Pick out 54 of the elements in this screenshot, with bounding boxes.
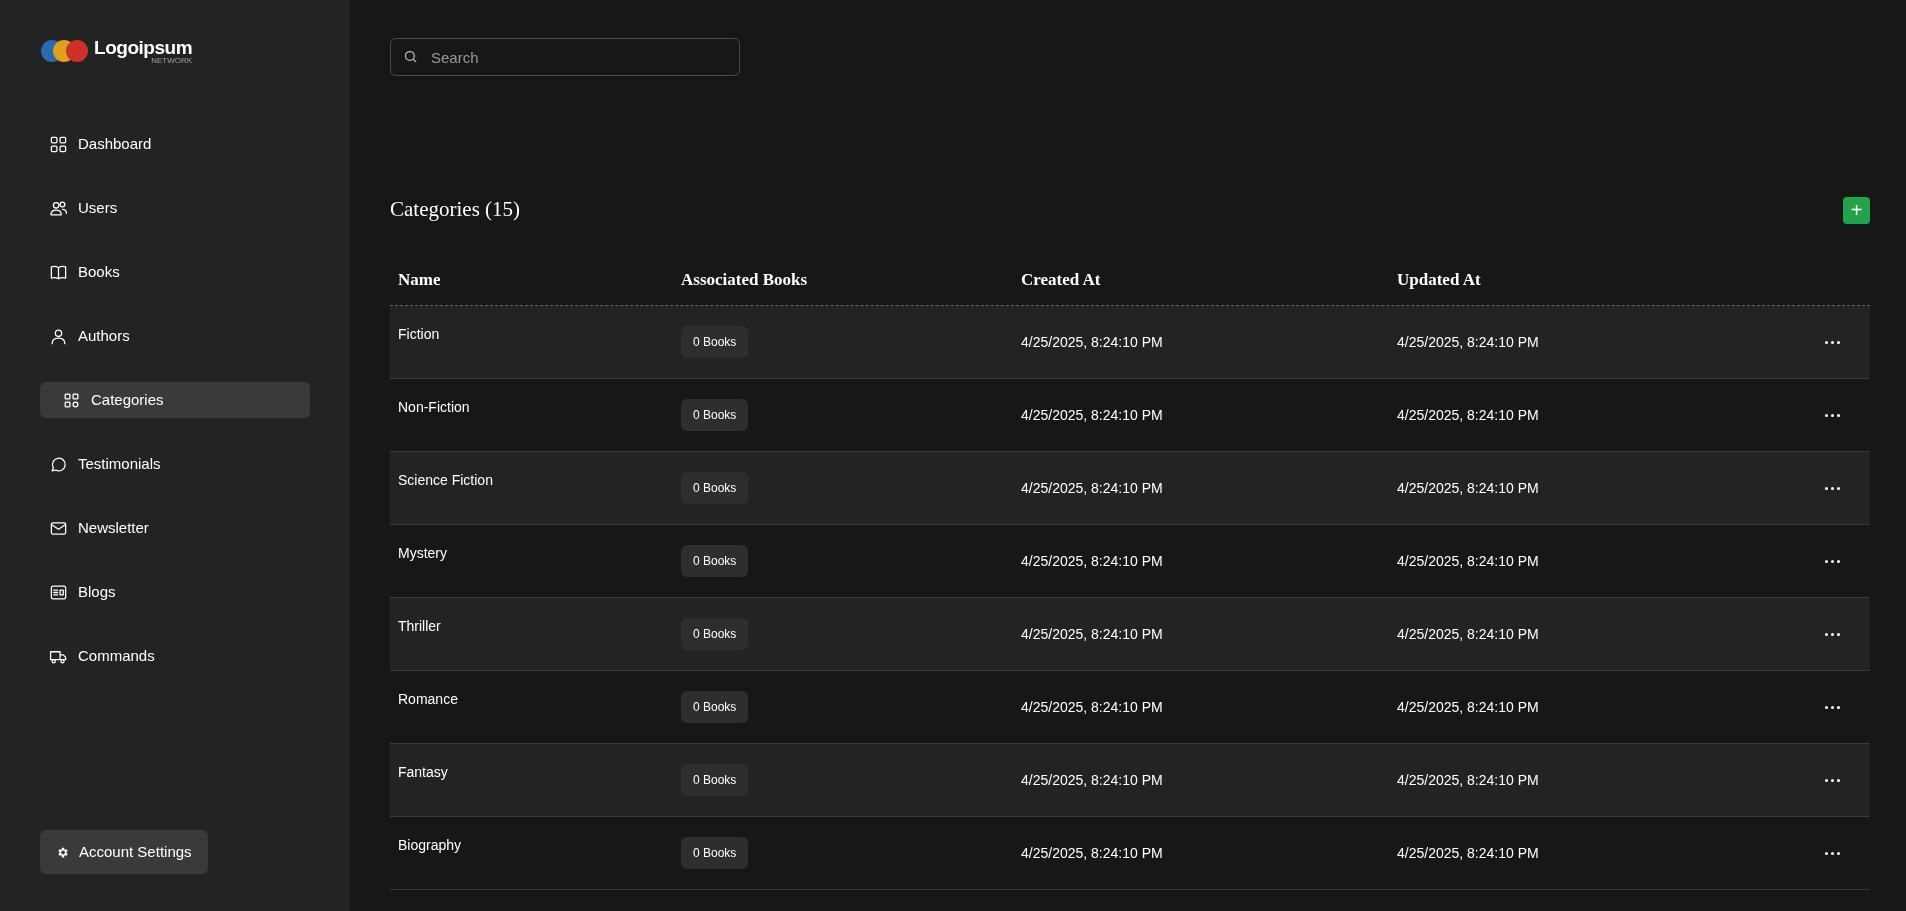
logo-icon	[40, 39, 90, 63]
column-header: Created At	[1021, 268, 1101, 291]
book-count-tag: 0 Books	[681, 837, 749, 869]
table-cell-text: 4/25/2025, 8:24:10 PM	[1397, 624, 1539, 644]
table-cell-text: 4/25/2025, 8:24:10 PM	[1021, 478, 1163, 498]
table-cell-text: 4/25/2025, 8:24:10 PM	[1397, 843, 1539, 863]
table-cell-text: Biography	[398, 836, 462, 855]
logo-tagline: NETWORK	[151, 56, 193, 65]
table-cell-text: 4/25/2025, 8:24:10 PM	[1021, 551, 1163, 571]
table-cell-text: Non-Fiction	[398, 398, 470, 417]
table-cell-text: 4/25/2025, 8:24:10 PM	[1397, 332, 1539, 352]
column-header: Updated At	[1397, 268, 1481, 291]
table-cell-text: 4/25/2025, 8:24:10 PM	[1397, 551, 1539, 571]
table-cell-text: Thriller	[398, 617, 441, 636]
table-cell-text: 4/25/2025, 8:24:10 PM	[1021, 843, 1163, 863]
book-count-tag: 0 Books	[681, 545, 749, 577]
sidebar-item[interactable]: Dashboard	[40, 126, 310, 162]
search-field[interactable]: Search	[390, 38, 740, 76]
column-header: Associated Books	[681, 268, 808, 291]
table-cell-text: 4/25/2025, 8:24:10 PM	[1021, 770, 1163, 790]
table-cell-text: 4/25/2025, 8:24:10 PM	[1397, 770, 1539, 790]
sidebar-item[interactable]: Categories	[40, 382, 310, 418]
table-cell-text: 4/25/2025, 8:24:10 PM	[1397, 478, 1539, 498]
sidebar-item[interactable]: Newsletter	[40, 510, 310, 546]
table-cell-text: 4/25/2025, 8:24:10 PM	[1397, 697, 1539, 717]
sidebar-item[interactable]: Users	[40, 190, 310, 226]
sidebar-item[interactable]: Books	[40, 254, 310, 290]
logo-text: Logoipsum	[94, 37, 193, 57]
grid-icon	[49, 134, 68, 154]
table-cell-text: 4/25/2025, 8:24:10 PM	[1021, 332, 1163, 352]
page-title: Categories (15)	[390, 196, 521, 224]
book-count-tag: 0 Books	[681, 691, 749, 723]
account-settings-button[interactable]: Account Settings	[40, 830, 208, 874]
book-count-tag: 0 Books	[681, 764, 749, 796]
book-count-tag: 0 Books	[681, 618, 749, 650]
search-icon	[403, 49, 418, 64]
book-count-tag: 0 Books	[681, 326, 749, 358]
sidebar-item[interactable]: Testimonials	[40, 446, 310, 482]
sidebar-item[interactable]: Commands	[40, 638, 310, 674]
table-cell-text: Romance	[398, 690, 458, 709]
table-cell-text: Fantasy	[398, 763, 448, 782]
table-cell-text: Mystery	[398, 544, 447, 563]
sidebar-item[interactable]: Authors	[40, 318, 310, 354]
table-cell-text: 4/25/2025, 8:24:10 PM	[1021, 697, 1163, 717]
table-cell-text: 4/25/2025, 8:24:10 PM	[1397, 405, 1539, 425]
gear-icon	[56, 845, 69, 859]
table-cell-text: 4/25/2025, 8:24:10 PM	[1021, 624, 1163, 644]
sidebar-item[interactable]: Blogs	[40, 574, 310, 610]
book-count-tag: 0 Books	[681, 472, 749, 504]
table-cell-text: Science Fiction	[398, 471, 493, 490]
book-count-tag: 0 Books	[681, 399, 749, 431]
column-header: Name	[398, 268, 441, 291]
table-cell-text: Fiction	[398, 325, 440, 344]
table-cell-text: 4/25/2025, 8:24:10 PM	[1021, 405, 1163, 425]
